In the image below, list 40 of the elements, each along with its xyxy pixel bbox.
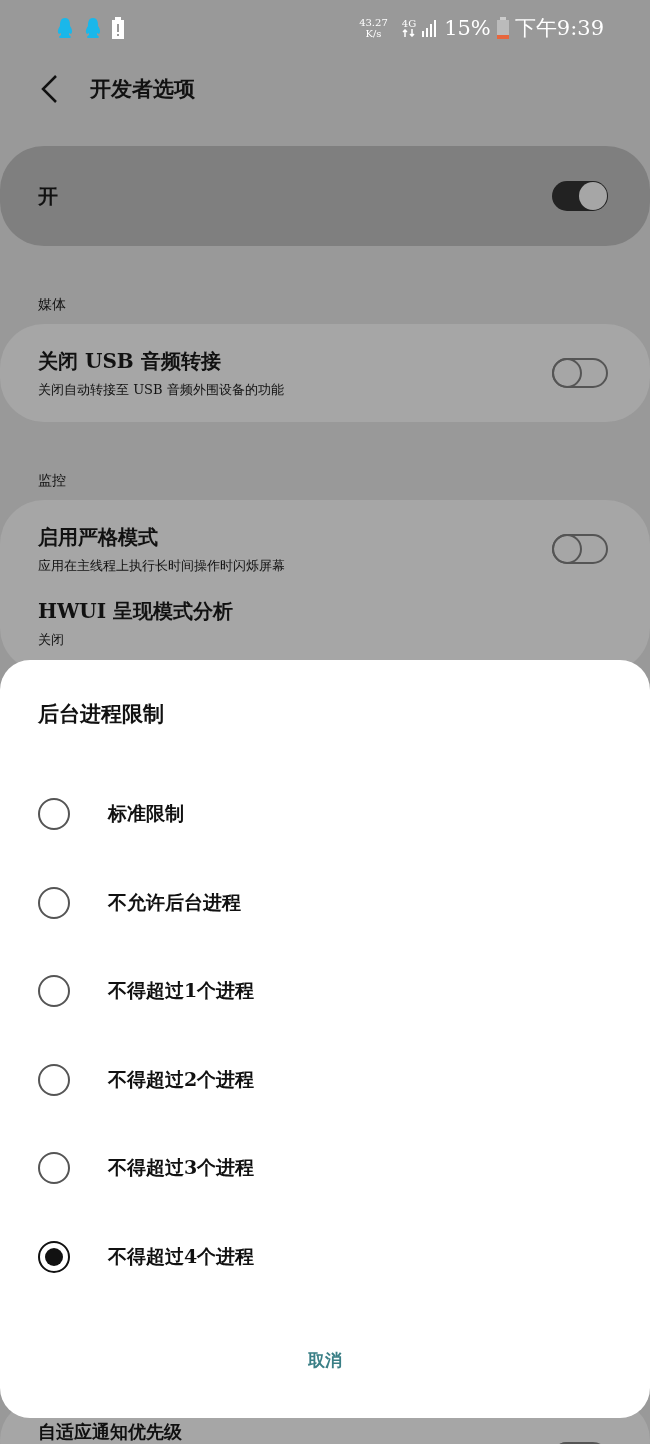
option-label[interactable]: 不得超过3个进程 [108, 1155, 255, 1182]
setting-title: 自适应通知优先级 [38, 1422, 182, 1442]
battery-icon [496, 17, 509, 39]
option-label[interactable]: 不得超过1个进程 [108, 978, 255, 1005]
setting-subtitle: 关闭自动转接至 USB 音频外围设备的功能 [38, 380, 284, 399]
page-title: 开发者选项 [90, 75, 195, 103]
master-switch-label: 开 [38, 182, 58, 210]
radio-button[interactable] [38, 886, 70, 919]
battery-alert-icon [112, 17, 124, 39]
toggle-switch[interactable] [552, 358, 608, 388]
penguin-icon [84, 17, 102, 39]
radio-button[interactable] [38, 1063, 70, 1096]
clock: 下午9:39 [514, 15, 604, 42]
toggle-switch[interactable] [552, 181, 608, 211]
setting-title: HWUI 呈现模式分析 [38, 597, 234, 625]
option-label[interactable]: 不得超过2个进程 [108, 1066, 255, 1093]
option-label[interactable]: 不允许后台进程 [108, 889, 241, 916]
toggle-switch[interactable] [552, 534, 608, 564]
penguin-icon [56, 17, 74, 39]
back-icon[interactable] [40, 74, 58, 104]
battery-percent: 15% [444, 16, 491, 40]
network-type: 4G [401, 19, 417, 29]
section-label: 监控 [37, 471, 67, 490]
setting-subtitle: 关闭 [38, 630, 65, 649]
speed-unit: K/s [365, 28, 382, 39]
speed-value: 43.27 [359, 17, 388, 28]
radio-button[interactable] [38, 798, 70, 831]
setting-title: 关闭 USB 音频转接 [38, 347, 222, 375]
radio-button[interactable] [38, 975, 70, 1008]
radio-button[interactable] [38, 1152, 70, 1185]
dialog-title: 后台进程限制 [38, 700, 165, 728]
setting-title: 启用严格模式 [38, 523, 159, 551]
setting-subtitle: 应用在主线程上执行长时间操作时闪烁屏幕 [38, 556, 285, 575]
data-arrows-icon [401, 29, 416, 37]
cancel-button[interactable]: 取消 [292, 1341, 358, 1380]
option-label[interactable]: 不得超过4个进程 [108, 1243, 255, 1270]
radio-button[interactable] [38, 1240, 70, 1273]
option-label[interactable]: 标准限制 [108, 801, 184, 828]
section-label: 媒体 [37, 295, 67, 314]
signal-icon [422, 19, 439, 37]
